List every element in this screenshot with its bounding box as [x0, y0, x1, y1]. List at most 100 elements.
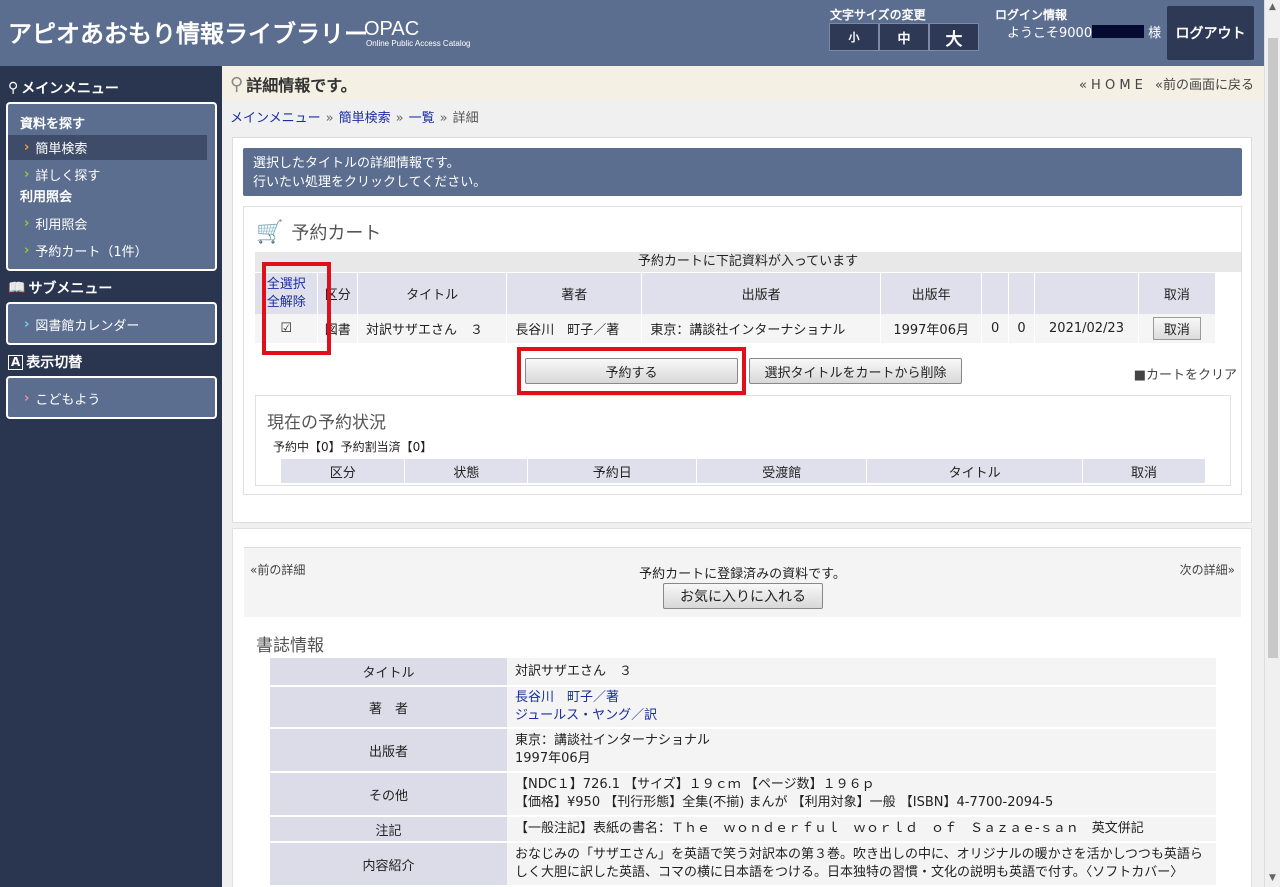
- sidebar: ⚲ メインメニュー 資料を探す › 簡単検索 › 詳しく探す 利用照会 › 利用…: [0, 66, 222, 887]
- status-col-title: タイトル: [866, 459, 1084, 483]
- other-line: 【NDC１】726.1 【サイズ】１９ｃｍ 【ページ数】１９６ｐ: [515, 777, 875, 792]
- status-title: 現在の予約状況: [267, 413, 386, 433]
- sidebar-item-detail-search[interactable]: › 詳しく探す: [8, 162, 215, 187]
- search-icon: ⚲: [230, 73, 244, 95]
- sidebar-item-label: こどもよう: [35, 393, 101, 408]
- main-menu-heading: ⚲ メインメニュー: [8, 78, 119, 98]
- font-size-large-button[interactable]: 大: [929, 23, 979, 51]
- registered-message: 予約カートに登録済みの資料です。: [639, 567, 846, 582]
- breadcrumb-main-menu[interactable]: メインメニュー: [230, 111, 321, 126]
- status-col-cancel: 取消: [1082, 459, 1206, 483]
- table-row: その他 【NDC１】726.1 【サイズ】１９ｃｍ 【ページ数】１９６ｐ 【価格…: [270, 772, 1216, 817]
- text-a-icon: A: [8, 354, 24, 370]
- sidebar-item-simple-search[interactable]: › 簡単検索: [8, 135, 207, 160]
- chevron-right-icon: ›: [24, 243, 30, 258]
- scroll-thumb[interactable]: [1268, 38, 1278, 658]
- font-size-medium-button[interactable]: 中: [879, 23, 929, 51]
- chevron-right-icon: ›: [24, 317, 30, 332]
- status-table: 区分 状態 予約日 受渡館 タイトル 取消: [281, 459, 1206, 483]
- sub-menu-box: › 図書館カレンダー: [6, 302, 217, 345]
- col-cancel: 取消: [1138, 273, 1217, 314]
- col-title: タイトル: [357, 273, 508, 314]
- table-row: 著 者 長谷川 町子／著 ジュールス・ヤング／訳: [270, 686, 1216, 729]
- detail-panel: «前の詳細 次の詳細» 予約カートに登録済みの資料です。 お気に入りに入れる 書…: [232, 528, 1252, 887]
- biblio-label: 出版者: [270, 728, 507, 773]
- status-col-branch: 受渡館: [696, 459, 868, 483]
- highlight-select-frame: [262, 262, 331, 355]
- row-publisher: 東京：講談社インターナショナル: [641, 314, 881, 343]
- biblio-label: 内容紹介: [270, 842, 507, 887]
- biblio-label: 注記: [270, 816, 507, 843]
- notice-line: 選択したタイトルの詳細情報です。: [253, 156, 460, 171]
- main-menu-label: メインメニュー: [21, 81, 119, 97]
- row-year: 1997年06月: [880, 314, 983, 343]
- logout-button[interactable]: ログアウト: [1167, 6, 1254, 60]
- biblio-table: タイトル 対訳サザエさん ３ 著 者 長谷川 町子／著 ジュールス・ヤング／訳 …: [270, 658, 1216, 887]
- site-logo[interactable]: アピオあおもり情報ライブラリー: [8, 14, 368, 49]
- chevron-right-icon: ›: [24, 216, 30, 231]
- sidebar-item-kids[interactable]: › こどもよう: [8, 386, 215, 411]
- top-links: « H O M E «前の画面に戻る: [1071, 74, 1254, 93]
- biblio-label: 著 者: [270, 686, 507, 729]
- vertical-scrollbar[interactable]: ▲ ▼: [1264, 0, 1280, 887]
- scroll-up-arrow-icon[interactable]: ▲: [1269, 2, 1276, 12]
- row-title: 対訳サザエさん ３: [357, 314, 508, 343]
- display-switch-box: › こどもよう: [6, 376, 217, 419]
- breadcrumb-simple-search[interactable]: 簡単検索: [339, 111, 391, 126]
- font-size-small-button[interactable]: 小: [829, 23, 879, 51]
- breadcrumb: メインメニュー» 簡単検索» 一覧» 詳細: [230, 111, 479, 126]
- detail-nav-strip: «前の詳細 次の詳細» 予約カートに登録済みの資料です。 お気に入りに入れる: [244, 547, 1241, 617]
- biblio-value: おなじみの「サザエさん」を英語で笑う対訳本の第３巻。吹き出しの中に、オリジナルの…: [507, 842, 1216, 887]
- notice-box: 選択したタイトルの詳細情報です。 行いたい処理をクリックしてください。: [243, 148, 1242, 196]
- translator-link[interactable]: ジュールス・ヤング／訳: [515, 708, 657, 723]
- status-col-date: 予約日: [527, 459, 698, 483]
- cart-title: 🛒 予約カート: [256, 219, 381, 245]
- biblio-value: 東京：講談社インターナショナル 1997年06月: [507, 728, 1216, 773]
- scroll-down-arrow-icon[interactable]: ▼: [1269, 873, 1276, 883]
- author-link[interactable]: 長谷川 町子／著: [515, 690, 619, 705]
- cart-icon: 🛒: [256, 219, 284, 245]
- breadcrumb-list[interactable]: 一覧: [409, 111, 435, 126]
- font-size-buttons: 小 中 大: [829, 23, 979, 51]
- table-row: 出版者 東京：講談社インターナショナル 1997年06月: [270, 728, 1216, 773]
- breadcrumb-detail: 詳細: [452, 111, 479, 126]
- cancel-button[interactable]: 取消: [1152, 317, 1201, 340]
- cart-table-header: 全選択 全解除 区分 タイトル 著者 出版者 出版年 取消: [255, 273, 1217, 314]
- home-link[interactable]: « H O M E: [1079, 78, 1143, 93]
- biblio-value: 【NDC１】726.1 【サイズ】１９ｃｍ 【ページ数】１９６ｐ 【価格】¥95…: [507, 772, 1216, 817]
- sub-menu-heading: 📖 サブメニュー: [8, 278, 112, 298]
- cart-title-text: 予約カート: [291, 223, 382, 244]
- remove-from-cart-button[interactable]: 選択タイトルをカートから削除: [749, 358, 962, 384]
- welcome-label: ようこそ9000: [1007, 26, 1093, 41]
- table-row: ☑ 図書 対訳サザエさん ３ 長谷川 町子／著 東京：講談社インターナショナル …: [255, 314, 1217, 343]
- back-link[interactable]: «前の画面に戻る: [1155, 78, 1254, 93]
- chevron-right-icon: ›: [24, 167, 30, 182]
- biblio-title: 書誌情報: [256, 636, 324, 656]
- clear-cart-link[interactable]: ■カートをクリア: [1134, 364, 1237, 383]
- opac-subtitle: Online Public Access Catalog: [366, 39, 471, 48]
- chevron-right-icon: ›: [24, 391, 30, 406]
- honorific: 様: [1148, 26, 1162, 41]
- sidebar-item-label: 簡単検索: [35, 142, 88, 157]
- status-counts: 予約中【0】予約割当済【0】: [273, 440, 433, 454]
- add-favorite-button[interactable]: お気に入りに入れる: [663, 583, 823, 609]
- sidebar-item-calendar[interactable]: › 図書館カレンダー: [8, 312, 215, 337]
- title-bar: ⚲ 詳細情報です。 « H O M E «前の画面に戻る: [222, 66, 1264, 99]
- sidebar-item-reserve-cart[interactable]: › 予約カート（1件）: [8, 238, 215, 263]
- biblio-label: タイトル: [270, 658, 507, 687]
- row-count-2: 0: [1008, 314, 1036, 343]
- col-blank-3: [1034, 273, 1139, 314]
- category-search: 資料を探す: [20, 117, 86, 132]
- table-row: 注記 【一般注記】表紙の書名：Ｔｈｅ ｗｏｎｄｅｒｆｕｌ ｗｏｒｌｄ ｏｆ Ｓａ…: [270, 816, 1216, 843]
- col-blank-2: [1008, 273, 1036, 314]
- publish-date-text: 1997年06月: [515, 751, 591, 766]
- other-line: 【価格】¥950 【刊行形態】全集(不揃) まんが 【利用対象】一般 【ISBN…: [515, 795, 1054, 810]
- reserve-cart-section: 🛒 予約カート 予約カートに下記資料が入っています 全選択 全解除 区分 タイト…: [243, 206, 1242, 495]
- status-col-category: 区分: [281, 459, 406, 483]
- sidebar-item-usage-inquiry[interactable]: › 利用照会: [8, 211, 215, 236]
- page-title-text: 詳細情報です。: [246, 76, 357, 95]
- row-cancel-cell: 取消: [1138, 314, 1217, 343]
- col-year: 出版年: [880, 273, 983, 314]
- book-icon: 📖: [8, 280, 26, 296]
- row-count-1: 0: [981, 314, 1009, 343]
